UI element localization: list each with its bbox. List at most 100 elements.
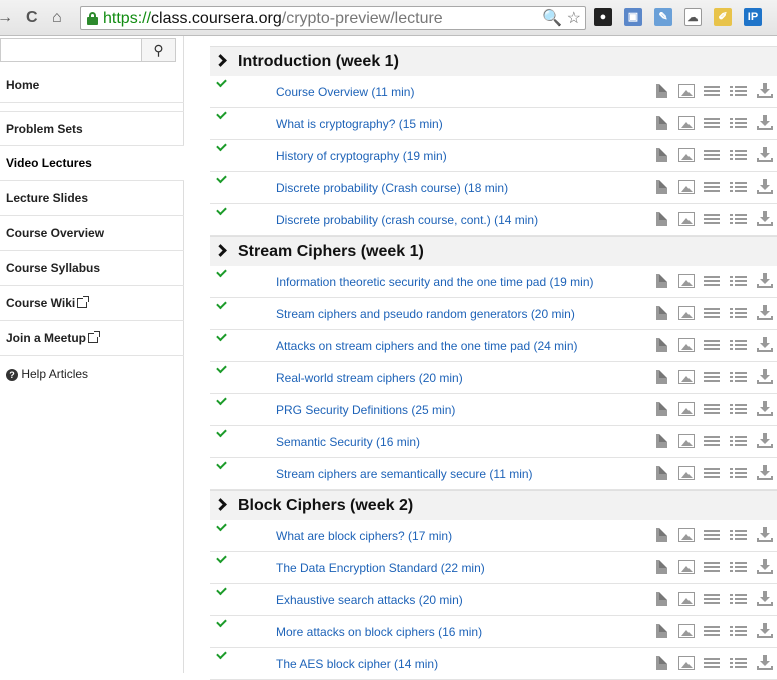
subtitles-icon[interactable] [704, 214, 720, 225]
download-icon[interactable] [757, 147, 773, 163]
download-icon[interactable] [757, 623, 773, 639]
subtitles-icon[interactable] [704, 118, 720, 129]
list-icon[interactable] [730, 150, 747, 161]
section-header[interactable]: Stream Ciphers (week 1) [210, 236, 777, 266]
document-icon[interactable] [656, 370, 667, 384]
download-icon[interactable] [757, 465, 773, 481]
zoom-icon[interactable]: 🔍 [542, 10, 562, 27]
download-icon[interactable] [757, 591, 773, 607]
document-icon[interactable] [656, 306, 667, 320]
sidebar-item-home[interactable]: Home [0, 68, 184, 103]
download-icon[interactable] [757, 337, 773, 353]
document-icon[interactable] [656, 338, 667, 352]
list-icon[interactable] [730, 86, 747, 97]
list-icon[interactable] [730, 594, 747, 605]
image-icon[interactable] [678, 434, 695, 448]
document-icon[interactable] [656, 592, 667, 606]
image-icon[interactable] [678, 466, 695, 480]
document-icon[interactable] [656, 528, 667, 542]
sidebar-search-input[interactable]: ⚲ [0, 38, 176, 62]
sidebar-item-lecture-slides[interactable]: Lecture Slides [0, 181, 184, 216]
download-icon[interactable] [757, 211, 773, 227]
list-icon[interactable] [730, 468, 747, 479]
list-icon[interactable] [730, 530, 747, 541]
list-icon[interactable] [730, 562, 747, 573]
image-icon[interactable] [678, 148, 695, 162]
lecture-link[interactable]: Exhaustive search attacks (20 min) [276, 593, 463, 607]
lecture-link[interactable]: What are block ciphers? (17 min) [276, 529, 452, 543]
document-icon[interactable] [656, 656, 667, 670]
feather-icon[interactable]: ✎ [654, 8, 672, 26]
lecture-link[interactable]: History of cryptography (19 min) [276, 149, 447, 163]
lecture-link[interactable]: The Data Encryption Standard (22 min) [276, 561, 485, 575]
image-icon[interactable] [678, 370, 695, 384]
download-icon[interactable] [757, 83, 773, 99]
url-text[interactable]: https://class.coursera.org/crypto-previe… [103, 9, 443, 28]
subtitles-icon[interactable] [704, 404, 720, 415]
list-icon[interactable] [730, 372, 747, 383]
spy-icon[interactable]: ● [594, 8, 612, 26]
lecture-link[interactable]: PRG Security Definitions (25 min) [276, 403, 455, 417]
document-icon[interactable] [656, 402, 667, 416]
image-icon[interactable] [678, 180, 695, 194]
list-icon[interactable] [730, 658, 747, 669]
search-button[interactable]: ⚲ [141, 39, 175, 61]
download-icon[interactable] [757, 369, 773, 385]
download-icon[interactable] [757, 655, 773, 671]
cloud-icon[interactable]: ☁ [684, 8, 702, 26]
document-icon[interactable] [656, 466, 667, 480]
list-icon[interactable] [730, 308, 747, 319]
home-icon[interactable]: ⌂ [52, 8, 62, 28]
chevron-right-icon[interactable] [214, 498, 227, 511]
download-icon[interactable] [757, 305, 773, 321]
document-icon[interactable] [656, 116, 667, 130]
subtitles-icon[interactable] [704, 276, 720, 287]
download-icon[interactable] [757, 179, 773, 195]
download-icon[interactable] [757, 433, 773, 449]
lecture-link[interactable]: Semantic Security (16 min) [276, 435, 420, 449]
list-icon[interactable] [730, 276, 747, 287]
subtitles-icon[interactable] [704, 308, 720, 319]
list-icon[interactable] [730, 340, 747, 351]
image-icon[interactable] [678, 212, 695, 226]
subtitles-icon[interactable] [704, 530, 720, 541]
document-icon[interactable] [656, 212, 667, 226]
chevron-right-icon[interactable] [214, 244, 227, 257]
list-icon[interactable] [730, 626, 747, 637]
subtitles-icon[interactable] [704, 436, 720, 447]
lecture-link[interactable]: Real-world stream ciphers (20 min) [276, 371, 463, 385]
image-icon[interactable] [678, 560, 695, 574]
lecture-link[interactable]: Information theoretic security and the o… [276, 275, 594, 289]
image-icon[interactable] [678, 116, 695, 130]
image-icon[interactable] [678, 656, 695, 670]
sidebar-item-problem-sets[interactable]: Problem Sets [0, 111, 184, 146]
sidebar-item-join-meetup[interactable]: Join a Meetup [0, 321, 184, 356]
document-icon[interactable] [656, 180, 667, 194]
sidebar-item-course-wiki[interactable]: Course Wiki [0, 286, 184, 321]
ip-icon[interactable]: IP [744, 8, 762, 26]
document-icon[interactable] [656, 434, 667, 448]
image-icon[interactable] [678, 592, 695, 606]
section-header[interactable]: Introduction (week 1) [210, 46, 777, 76]
document-icon[interactable] [656, 148, 667, 162]
document-icon[interactable] [656, 624, 667, 638]
list-icon[interactable] [730, 436, 747, 447]
screenshot-icon[interactable]: ▣ [624, 8, 642, 26]
section-header[interactable]: Block Ciphers (week 2) [210, 490, 777, 520]
sidebar-item-video-lectures[interactable]: Video Lectures [0, 146, 184, 181]
download-icon[interactable] [757, 273, 773, 289]
lecture-link[interactable]: Attacks on stream ciphers and the one ti… [276, 339, 577, 353]
subtitles-icon[interactable] [704, 658, 720, 669]
lecture-link[interactable]: The AES block cipher (14 min) [276, 657, 438, 671]
document-icon[interactable] [656, 274, 667, 288]
address-bar[interactable]: https://class.coursera.org/crypto-previe… [80, 6, 586, 30]
subtitles-icon[interactable] [704, 468, 720, 479]
image-icon[interactable] [678, 84, 695, 98]
download-icon[interactable] [757, 115, 773, 131]
lecture-link[interactable]: Course Overview (11 min) [276, 85, 414, 99]
document-icon[interactable] [656, 84, 667, 98]
image-icon[interactable] [678, 306, 695, 320]
subtitles-icon[interactable] [704, 626, 720, 637]
subtitles-icon[interactable] [704, 340, 720, 351]
image-icon[interactable] [678, 402, 695, 416]
